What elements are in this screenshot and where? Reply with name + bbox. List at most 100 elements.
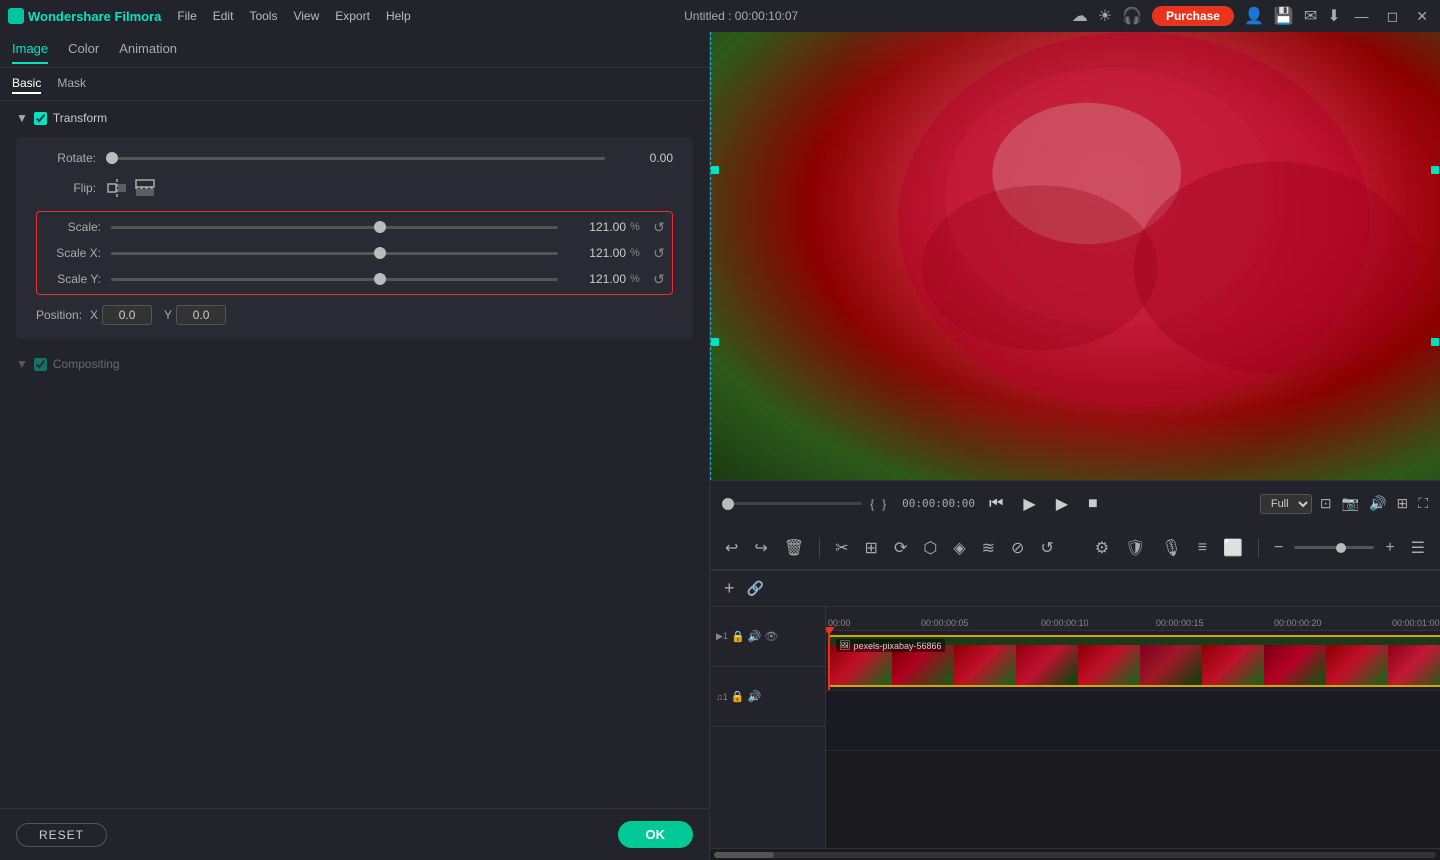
transform-section-header[interactable]: ▼ Transform: [16, 111, 693, 125]
menu-edit[interactable]: Edit: [213, 9, 234, 23]
cloud-icon[interactable]: ☁: [1072, 6, 1088, 26]
playback-slider[interactable]: [722, 502, 862, 505]
audio-track-controls: ♫1 🔒 🔊: [716, 690, 761, 703]
scale-x-reset-button[interactable]: ↺: [650, 244, 668, 262]
menu-file[interactable]: File: [177, 9, 196, 23]
toolbar: ↩ ↪ 🗑 ✂ ⊞ ⟳ ⬡ ◈ ≋ ⊘ ↺ ⚙ 🛡 🎙 ≡ ⬜ − + ☰: [710, 526, 1440, 570]
minimize-button[interactable]: —: [1351, 8, 1373, 24]
fullscreen-icon[interactable]: ⛶: [1418, 495, 1428, 512]
scale-y-slider[interactable]: [111, 278, 558, 281]
scale-y-unit: %: [630, 273, 646, 285]
scale-y-reset-button[interactable]: ↺: [650, 270, 668, 288]
undo-button[interactable]: ↩: [720, 534, 743, 562]
tab-color[interactable]: Color: [68, 35, 99, 64]
close-button[interactable]: ✕: [1412, 8, 1432, 25]
sub-tab-mask[interactable]: Mask: [57, 74, 86, 94]
track-audio-icon[interactable]: 🔊: [748, 630, 762, 643]
titlebar: Wondershare Filmora File Edit Tools View…: [0, 0, 1440, 32]
playback-time: 00:00:00:00: [902, 497, 975, 510]
play-button-alt[interactable]: ▶: [1050, 494, 1074, 514]
playhead[interactable]: [828, 631, 830, 690]
tab-image[interactable]: Image: [12, 35, 48, 64]
purchase-button[interactable]: Purchase: [1152, 6, 1234, 26]
scale-x-slider[interactable]: [111, 252, 558, 255]
volume-icon[interactable]: 🔊: [1369, 495, 1386, 512]
settings-button[interactable]: ☰: [1406, 534, 1430, 562]
redo-button[interactable]: ↪: [749, 534, 772, 562]
zoom-in-button[interactable]: +: [1380, 535, 1399, 561]
toolbar-divider-2: [1258, 538, 1259, 558]
flip-horizontal-button[interactable]: [106, 177, 128, 199]
reverse-button[interactable]: ↺: [1035, 534, 1058, 562]
screenshot-icon[interactable]: ⊡: [1320, 495, 1332, 512]
scale-reset-button[interactable]: ↺: [650, 218, 668, 236]
subtitle-button[interactable]: ≡: [1193, 535, 1212, 561]
compositing-checkbox[interactable]: [34, 358, 47, 371]
split-button[interactable]: ≋: [977, 534, 1000, 562]
headset-icon[interactable]: 🎧: [1122, 6, 1142, 26]
speed-button[interactable]: ⬡: [918, 534, 942, 562]
record-button[interactable]: 🎙: [1156, 534, 1186, 562]
flip-row: Flip:: [36, 177, 673, 199]
crop-tool-button[interactable]: ⊞: [860, 534, 883, 562]
mail-icon[interactable]: ✉: [1304, 6, 1317, 26]
track-lock-icon[interactable]: 🔒: [731, 630, 745, 643]
crop-icon[interactable]: ⊞: [1396, 495, 1408, 512]
zoom-out-button[interactable]: −: [1269, 535, 1288, 561]
preview-area: [710, 32, 1440, 480]
menu-export[interactable]: Export: [335, 9, 370, 23]
track-eye-icon[interactable]: 👁: [764, 630, 778, 643]
ruler-mark-1: 00:00:00:05: [921, 618, 969, 628]
position-y-axis: Y: [164, 308, 172, 322]
maximize-button[interactable]: ◻: [1383, 8, 1403, 25]
position-x-input[interactable]: 0.0: [102, 305, 152, 325]
link-button[interactable]: 🔗: [741, 578, 770, 599]
mask-tool-button[interactable]: 🛡: [1120, 534, 1150, 562]
audio-track-lock-icon[interactable]: 🔒: [731, 690, 745, 703]
flip-vertical-button[interactable]: [134, 177, 156, 199]
transform-checkbox[interactable]: [34, 112, 47, 125]
menu-help[interactable]: Help: [386, 9, 411, 23]
rotate-slider[interactable]: [106, 157, 605, 160]
audio-track-number-icon: ♫1: [716, 692, 728, 702]
skip-back-button[interactable]: ⏮: [983, 495, 1009, 513]
download-icon[interactable]: ⬇: [1327, 6, 1340, 26]
tab-animation[interactable]: Animation: [119, 35, 177, 64]
quality-select[interactable]: Full: [1260, 494, 1312, 514]
audio-button[interactable]: ⊘: [1006, 534, 1029, 562]
ok-button[interactable]: OK: [618, 821, 694, 848]
add-track-button[interactable]: +: [718, 576, 741, 601]
position-y-input[interactable]: 0.0: [176, 305, 226, 325]
right-panel: { } 00:00:00:00 ⏮ ▶ ▶ ■ Full ⊡ 📷 🔊 ⊞ ⛶ ↩…: [710, 32, 1440, 860]
color-tool-button[interactable]: ◈: [948, 534, 970, 562]
scale-slider[interactable]: [111, 226, 558, 229]
horizontal-scrollbar[interactable]: [714, 852, 1436, 858]
reset-button[interactable]: RESET: [16, 823, 107, 847]
video-clip-1[interactable]: 🖼 pexels-pixabay-56866: [828, 635, 1440, 687]
stop-button[interactable]: ■: [1082, 495, 1104, 513]
video-track-label: ▶1 🔒 🔊 👁: [710, 607, 825, 667]
save-icon[interactable]: 💾: [1274, 6, 1294, 26]
rotate-tool-button[interactable]: ⟳: [889, 534, 912, 562]
zoom-slider[interactable]: [1294, 546, 1374, 549]
export-button[interactable]: ⬜: [1218, 534, 1248, 562]
scale-label: Scale:: [41, 220, 111, 234]
scrollbar-thumb[interactable]: [714, 852, 774, 858]
compositing-header[interactable]: ▼ Compositing: [16, 357, 693, 371]
sub-tab-basic[interactable]: Basic: [12, 74, 41, 94]
audio-track-volume-icon[interactable]: 🔊: [747, 690, 761, 703]
menu-view[interactable]: View: [293, 9, 319, 23]
timeline-body: ▶1 🔒 🔊 👁 ♫1 🔒 🔊: [710, 607, 1440, 848]
track-area[interactable]: 00:00 00:00:00:05 00:00:00:10 00:00:00:1…: [826, 607, 1440, 848]
camera-icon[interactable]: 📷: [1342, 495, 1359, 512]
cut-button[interactable]: ✂: [830, 534, 853, 562]
menu-tools[interactable]: Tools: [249, 9, 277, 23]
effects-button[interactable]: ⚙: [1090, 534, 1114, 562]
audio-track-row: [826, 691, 1440, 751]
account-icon[interactable]: 👤: [1244, 6, 1264, 26]
sun-icon[interactable]: ☀: [1098, 6, 1112, 26]
tab-bar: Image Color Animation: [0, 32, 709, 68]
clip-1-thumb-3: [954, 645, 1016, 687]
play-button[interactable]: ▶: [1017, 494, 1041, 514]
delete-button[interactable]: 🗑: [779, 534, 809, 562]
